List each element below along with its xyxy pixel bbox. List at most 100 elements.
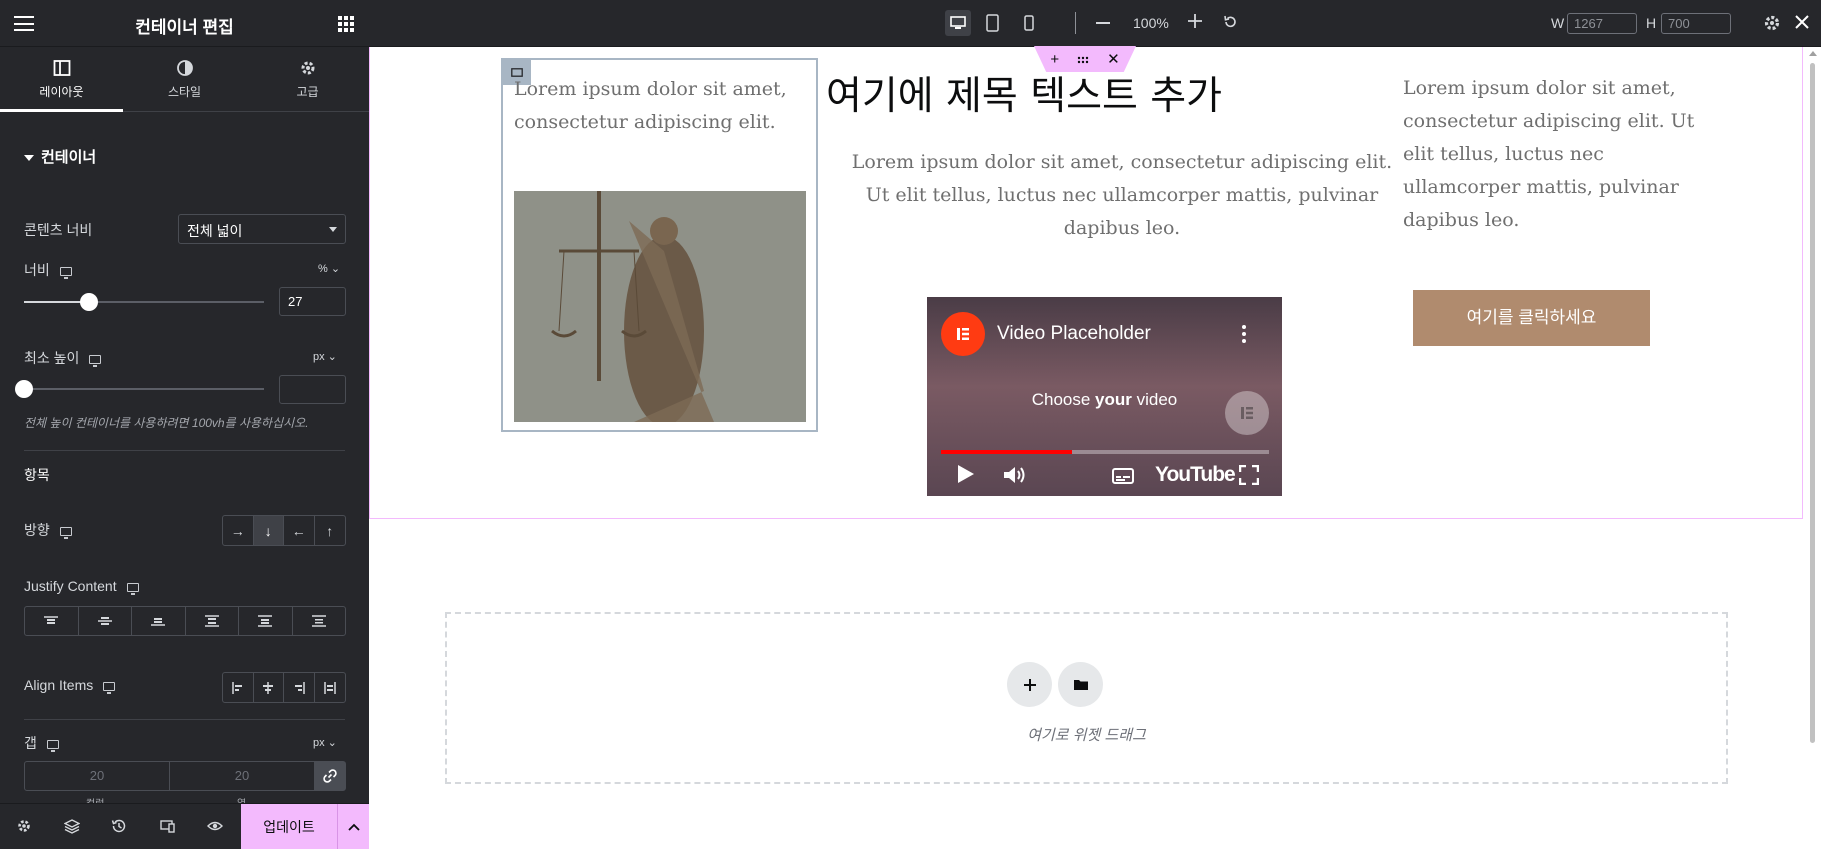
gap-column-input[interactable]: 20 [25,762,170,790]
update-button[interactable]: 업데이트 [241,804,337,849]
play-icon[interactable] [957,464,975,489]
canvas-scrollbar[interactable] [1805,47,1821,849]
empty-container-dropzone[interactable]: 여기로 위젯 드래그 [445,612,1728,784]
video-title: Video Placeholder [997,323,1151,344]
align-items-buttons [222,672,346,703]
mobile-view-button[interactable] [1024,15,1034,36]
justify-space-between-icon [204,615,219,627]
width-unit-select[interactable]: % ⌄ [318,262,340,275]
chevron-up-icon[interactable] [337,804,369,849]
align-stretch-icon [323,681,336,694]
min-height-input[interactable] [279,375,346,404]
fullscreen-icon[interactable] [1238,464,1260,490]
volume-icon[interactable] [1003,465,1027,490]
add-section-button[interactable] [1007,662,1052,707]
direction-column-button[interactable]: ↓ [253,516,284,545]
height-hint: 전체 높이 컨테이너를 사용하려면 100vh를 사용하십시오. [24,416,309,430]
tab-style[interactable]: 스타일 [123,47,246,111]
half-circle-icon [123,59,246,79]
align-center-icon [263,681,274,694]
more-options-icon[interactable] [1242,324,1246,344]
monitor-icon[interactable] [46,739,59,752]
monitor-icon[interactable] [59,266,72,279]
monitor-icon[interactable] [103,681,116,694]
justify-center-button[interactable] [79,607,132,635]
video-widget[interactable]: Video Placeholder Choose your video YouT… [927,297,1282,496]
widgets-grid-icon[interactable] [338,16,354,32]
section-container-toggle[interactable]: 컨테이너 [24,146,96,167]
justify-space-evenly-button[interactable] [293,607,346,635]
gap-unit-select[interactable]: px ⌄ [313,736,337,749]
width-label: W [1551,15,1565,31]
tab-layout[interactable]: 레이아웃 [0,47,123,112]
settings-icon[interactable] [16,818,34,836]
youtube-logo[interactable]: YouTube [1155,463,1236,487]
caret-down-icon [24,155,34,162]
align-center-button[interactable] [254,673,284,702]
layers-icon[interactable] [63,818,82,836]
justify-space-between-button[interactable] [186,607,239,635]
gap-inputs: 20 20 [24,761,346,791]
direction-column-reverse-button[interactable]: ↑ [315,516,345,545]
desktop-view-button[interactable] [945,10,971,36]
monitor-icon[interactable] [59,526,72,539]
canvas-width-input[interactable]: 1267 [1567,13,1637,34]
min-height-slider-track[interactable] [24,388,264,390]
menu-icon[interactable] [14,16,34,31]
justify-center-icon [97,617,112,625]
divider [24,450,345,451]
tablet-view-button[interactable] [986,14,999,37]
tab-advanced[interactable]: 고급 [246,47,369,111]
zoom-out-icon[interactable] [1096,22,1110,24]
canvas-height-input[interactable]: 700 [1661,13,1731,34]
zoom-level: 100% [1133,15,1169,31]
monitor-icon[interactable] [126,582,139,595]
layout-icon [0,59,123,79]
monitor-icon[interactable] [89,354,102,367]
width-slider-handle[interactable] [79,293,98,311]
align-items-control-label: Align Items [24,677,116,694]
justify-start-button[interactable] [25,607,79,635]
editor-app: 컨테이너 편집 레이아웃 스타일 고급 컨테이너 콘텐츠 너비 전체 넓이 너비… [0,0,1821,849]
text-editor-widget[interactable]: Lorem ipsum dolor sit amet, consectetur … [1403,72,1703,237]
responsive-mode-icon[interactable] [160,818,178,836]
history-icon[interactable] [111,818,129,836]
justify-end-button[interactable] [132,607,186,635]
direction-buttons: → ↓ ← ↑ [222,515,346,546]
justify-end-icon [151,618,166,626]
statue-image[interactable] [514,191,806,422]
justify-space-evenly-icon [311,615,326,627]
captions-icon[interactable] [1112,468,1134,489]
text-editor-widget[interactable]: Lorem ipsum dolor sit amet, consectetur … [839,146,1405,245]
preview-eye-icon[interactable] [207,818,225,836]
gap-row-input[interactable]: 20 [170,762,315,790]
text-editor-widget[interactable]: Lorem ipsum dolor sit amet, consectetur … [514,73,794,139]
align-start-button[interactable] [223,673,254,702]
direction-control-label: 방향 [24,520,72,540]
inner-container-column[interactable]: Lorem ipsum dolor sit amet, consectetur … [501,58,818,432]
subtitle-suffix: video [1131,390,1178,409]
gear-icon[interactable] [1763,14,1781,37]
scroll-thumb[interactable] [1810,63,1815,743]
content-width-select[interactable]: 전체 넓이 [178,214,346,244]
direction-row-button[interactable]: → [223,516,254,545]
direction-row-reverse-button[interactable]: ← [284,516,315,545]
scroll-up-arrow-icon[interactable] [1809,51,1817,56]
justify-space-around-button[interactable] [239,607,293,635]
close-icon[interactable] [1795,15,1809,34]
min-height-slider-handle[interactable] [15,380,33,398]
preview-canvas: + ✕ Lorem ipsum dolor sit amet, consecte… [369,46,1805,849]
min-height-unit-select[interactable]: px ⌄ [313,350,337,363]
zoom-in-icon[interactable] [1188,14,1202,33]
link-icon[interactable] [315,762,345,790]
reset-zoom-icon[interactable] [1223,15,1237,34]
add-template-button[interactable] [1058,662,1103,707]
align-stretch-button[interactable] [315,673,345,702]
gear-icon [246,59,369,79]
heading-widget[interactable]: 여기에 제목 텍스트 추가 [809,65,1239,121]
cta-button[interactable]: 여기를 클릭하세요 [1413,290,1650,346]
min-height-unit: px [313,351,325,363]
video-progress-bar[interactable] [941,450,1269,454]
align-end-button[interactable] [284,673,315,702]
width-input[interactable] [279,287,346,316]
